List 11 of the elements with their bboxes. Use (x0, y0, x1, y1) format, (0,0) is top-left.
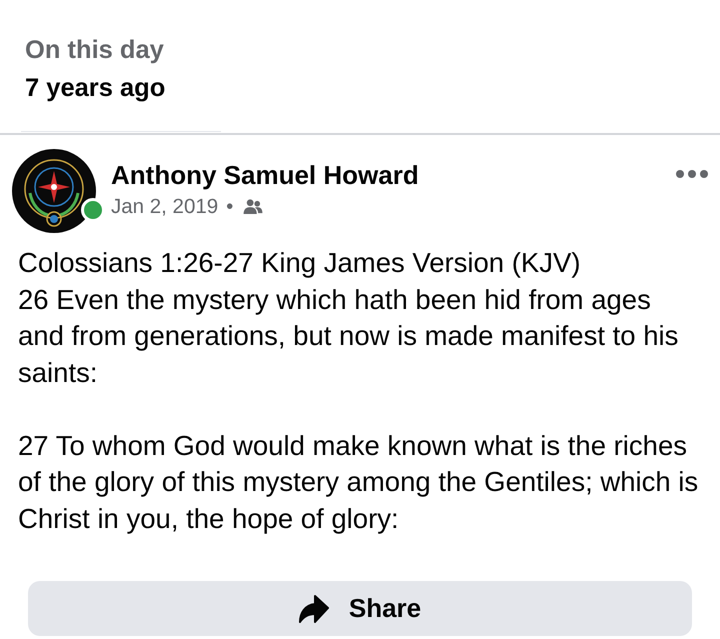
author-name[interactable]: Anthony Samuel Howard (111, 159, 419, 192)
post-paragraph: Colossians 1:26-27 King James Version (KJV) 26 Even the mystery which hath been hid from ages and from generations, but now is made manifest to his saints: (18, 246, 680, 390)
memory-title: 7 years ago (25, 73, 166, 104)
people-icon (243, 199, 264, 215)
post-date[interactable]: Jan 2, 2019 (111, 192, 218, 222)
share-icon (298, 594, 329, 622)
memory-subtitle: On this day (25, 35, 164, 66)
more-options-icon[interactable] (676, 170, 708, 178)
separator-dot: • (226, 194, 234, 220)
post-paragraph: 27 To whom God would make known what is the riches of the glory of this mystery among the Gentiles; which is Christ in you, the hope of glory: (18, 428, 700, 536)
share-button[interactable]: Share (28, 581, 692, 636)
